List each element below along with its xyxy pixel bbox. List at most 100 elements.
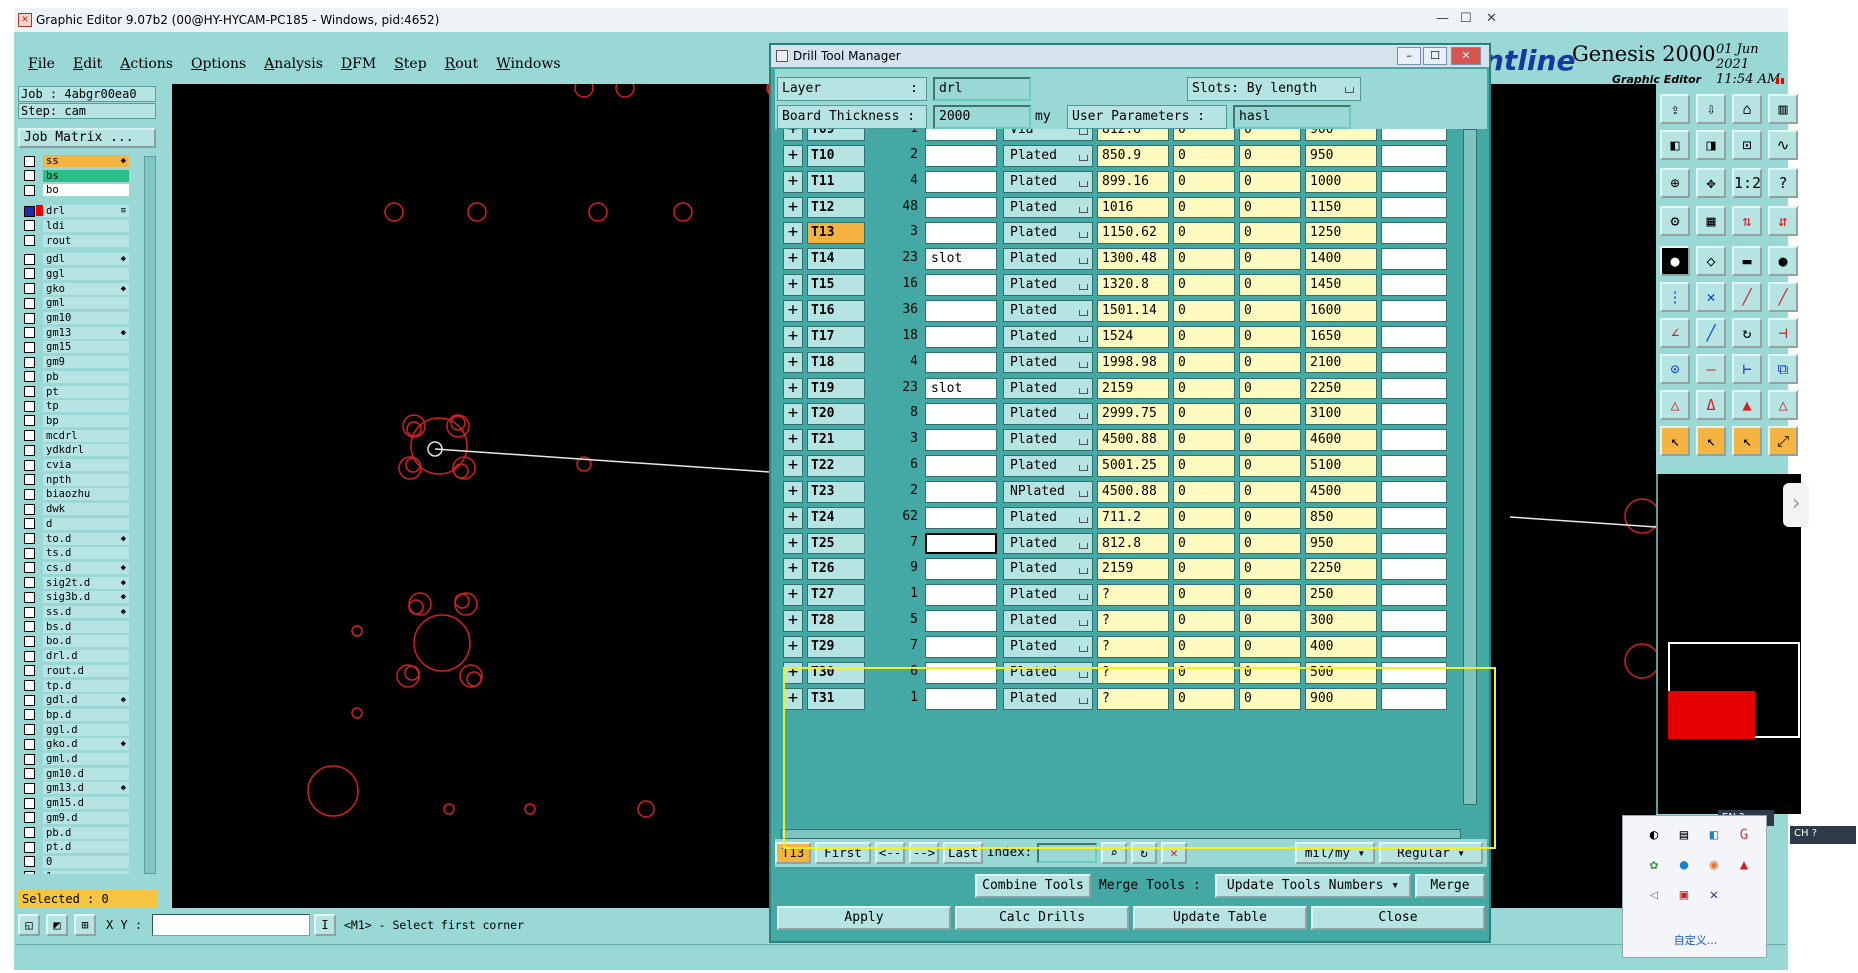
extra-field[interactable]	[1381, 687, 1447, 710]
ime-indicator-ch[interactable]: CH ?	[1790, 826, 1856, 844]
tolerance-plus-field[interactable]: 0	[1173, 455, 1235, 477]
expand-icon[interactable]: +	[783, 661, 803, 684]
tolerance-plus-field[interactable]: 0	[1173, 558, 1235, 581]
snap-alt-icon[interactable]: ⇵	[1768, 206, 1798, 236]
tool-type-select[interactable]: Plated	[1003, 170, 1093, 193]
layer-checkbox[interactable]	[24, 518, 35, 530]
layer-row[interactable]: cvia	[18, 458, 140, 472]
expand-icon[interactable]: +	[783, 506, 803, 529]
drill-size-field[interactable]: 1650	[1305, 325, 1377, 348]
layer-row[interactable]: ydkdrl	[18, 443, 140, 457]
layer-checkbox[interactable]	[24, 170, 35, 182]
finish-size-field[interactable]: ?	[1097, 610, 1169, 632]
group-icon[interactable]: ⧉	[1768, 354, 1798, 384]
layer-row[interactable]: pt.d	[18, 840, 140, 854]
slots-select[interactable]: Slots: By length	[1187, 77, 1361, 101]
cursor-icon[interactable]: I	[314, 914, 336, 936]
triangle-fill-icon[interactable]: ▲	[1732, 390, 1762, 420]
layer-checkbox[interactable]	[24, 235, 35, 246]
layer-checkbox[interactable]	[24, 547, 35, 559]
zoom-home-icon[interactable]: ⊕	[1660, 168, 1690, 198]
extra-field[interactable]	[1381, 532, 1447, 555]
board-thickness-field[interactable]: 2000	[933, 105, 1031, 129]
drill-size-field[interactable]: 3100	[1305, 403, 1377, 426]
zoom-out-icon[interactable]: ◨	[1696, 130, 1726, 160]
layer-row[interactable]: d	[18, 517, 140, 531]
measure-mode-icon[interactable]: ◱	[18, 914, 40, 936]
finish-size-field[interactable]: 4500.88	[1097, 429, 1169, 452]
tool-type-select[interactable]: Plated	[1003, 196, 1093, 219]
tool-type-select[interactable]: Plated	[1003, 661, 1093, 684]
layer-checkbox[interactable]	[24, 871, 35, 874]
tray-tool-icon[interactable]: ✕	[1705, 886, 1723, 904]
expand-icon[interactable]: +	[783, 274, 803, 296]
route-icon[interactable]: ⤢	[1768, 426, 1798, 456]
expand-icon[interactable]: +	[783, 610, 803, 632]
connect-icon[interactable]: ⋮	[1660, 282, 1690, 312]
layer-checkbox[interactable]	[24, 386, 35, 397]
tolerance-plus-field[interactable]: 0	[1173, 687, 1235, 710]
search-icon[interactable]: ⌕	[1101, 842, 1127, 864]
layer-checkbox[interactable]	[24, 400, 35, 412]
tool-text-field[interactable]	[925, 274, 997, 296]
layer-row[interactable]: drl.d	[18, 649, 140, 663]
layer-row[interactable]: mcdrl	[18, 429, 140, 443]
line-icon[interactable]: ╱	[1732, 282, 1762, 312]
expand-icon[interactable]: +	[783, 558, 803, 581]
layer-row[interactable]: cs.d ◆	[18, 561, 140, 575]
extra-field[interactable]	[1381, 377, 1447, 400]
drill-size-field[interactable]: 2250	[1305, 558, 1377, 581]
layer-field[interactable]: drl	[933, 77, 1031, 101]
tolerance-minus-field[interactable]: 0	[1239, 144, 1301, 167]
layer-checkbox[interactable]	[24, 205, 35, 217]
expand-icon[interactable]: +	[783, 129, 803, 141]
layer-checkbox[interactable]	[24, 812, 35, 824]
tool-name[interactable]: T23	[807, 480, 865, 503]
layer-checkbox[interactable]	[24, 533, 35, 544]
drill-size-field[interactable]: 1250	[1305, 222, 1377, 245]
tool-type-select[interactable]: Plated	[1003, 506, 1093, 529]
layer-checkbox[interactable]	[24, 680, 35, 691]
tool-row[interactable]: + T31 1 Plated? 0 0 900	[775, 686, 1475, 712]
layer-checkbox[interactable]	[24, 782, 35, 794]
tool-type-select[interactable]: Plated	[1003, 558, 1093, 581]
tolerance-plus-field[interactable]: 0	[1173, 429, 1235, 452]
open-icon[interactable]: ⇪	[1660, 94, 1690, 124]
drill-size-field[interactable]: 850	[1305, 506, 1377, 529]
tolerance-minus-field[interactable]: 0	[1239, 584, 1301, 607]
tool-name[interactable]: T09	[807, 129, 865, 141]
pointer-move-icon[interactable]: ↖	[1732, 426, 1762, 456]
mini-map[interactable]	[1656, 474, 1801, 814]
drill-size-field[interactable]: 400	[1305, 636, 1377, 658]
tolerance-plus-field[interactable]: 0	[1173, 610, 1235, 632]
layer-row[interactable]: bp.d	[18, 708, 140, 722]
drill-size-field[interactable]: 1150	[1305, 196, 1377, 219]
tolerance-plus-field[interactable]: 0	[1173, 377, 1235, 400]
layer-checkbox[interactable]	[24, 356, 35, 368]
layer-row[interactable]: drl ≡	[18, 204, 140, 218]
tool-text-field[interactable]	[925, 403, 997, 426]
grid-icon[interactable]: ▦	[1696, 206, 1726, 236]
tool-row[interactable]: + T11 4 Plated 899.16 0 0 1000	[775, 169, 1475, 195]
finish-size-field[interactable]: ?	[1097, 687, 1169, 710]
layer-row[interactable]: ggl.d	[18, 723, 140, 737]
tool-name[interactable]: T30	[807, 661, 865, 684]
layer-checkbox[interactable]	[24, 488, 35, 500]
tool-type-select[interactable]: Plated	[1003, 403, 1093, 426]
snap-mode-icon[interactable]: ◩	[46, 914, 68, 936]
finish-size-field[interactable]: 2159	[1097, 377, 1169, 400]
extra-field[interactable]	[1381, 636, 1447, 658]
tolerance-plus-field[interactable]: 0	[1173, 170, 1235, 193]
layer-checkbox[interactable]	[24, 341, 35, 353]
tray-browser-icon[interactable]: G	[1735, 826, 1753, 844]
tool-type-select[interactable]: Plated	[1003, 636, 1093, 658]
layer-row[interactable]: ts.d	[18, 546, 140, 560]
tool-name[interactable]: T28	[807, 610, 865, 632]
finish-size-field[interactable]: 711.2	[1097, 506, 1169, 529]
pad-icon[interactable]: ●	[1660, 246, 1690, 276]
layer-checkbox[interactable]	[24, 283, 35, 295]
tray-printer-icon[interactable]: ▤	[1675, 826, 1693, 844]
finish-size-field[interactable]: 812.8	[1097, 129, 1169, 141]
diagonal-icon[interactable]: ╱	[1696, 318, 1726, 348]
tool-name[interactable]: T25	[807, 532, 865, 555]
